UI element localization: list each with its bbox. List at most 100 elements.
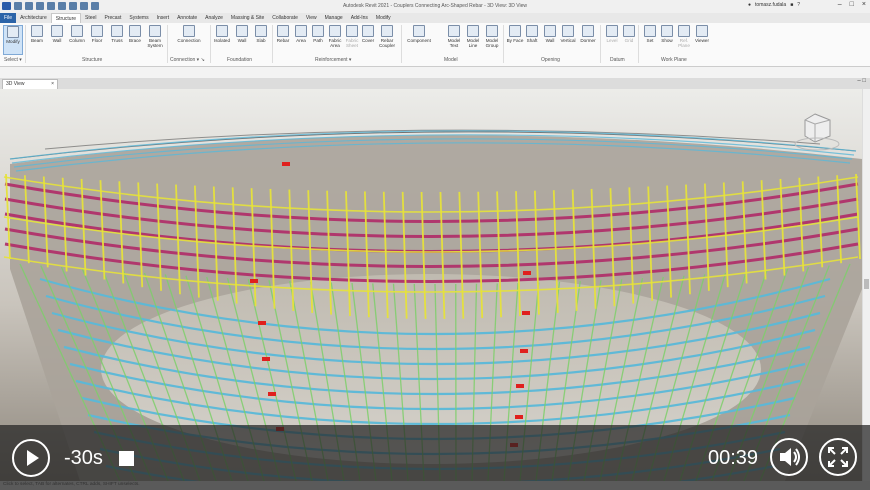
- wall-button[interactable]: Wall: [47, 25, 67, 43]
- tab-architecture[interactable]: Architecture: [16, 13, 51, 23]
- tab-manage[interactable]: Manage: [321, 13, 347, 23]
- modify-button[interactable]: Modify: [3, 25, 23, 55]
- panel-divider: [167, 25, 168, 63]
- rebar-icon: [277, 25, 289, 37]
- tab-massing-site[interactable]: Massing & Site: [227, 13, 268, 23]
- close-icon[interactable]: ×: [862, 1, 866, 8]
- play-button[interactable]: [12, 439, 50, 477]
- model-line-button[interactable]: Model Line: [463, 25, 483, 48]
- 3d-viewport[interactable]: [0, 89, 862, 481]
- model-group-icon: [486, 25, 498, 37]
- model-panel-label: Model: [444, 57, 458, 63]
- scrollbar-thumb[interactable]: [864, 279, 869, 289]
- grid-button[interactable]: Grid: [619, 25, 639, 43]
- column-button[interactable]: Column: [67, 25, 87, 43]
- select-panel-label[interactable]: Select ▾: [4, 57, 22, 63]
- model-text-button[interactable]: Model Text: [444, 25, 464, 48]
- model-group-button[interactable]: Model Group: [482, 25, 502, 48]
- isolated-button[interactable]: Isolated: [212, 25, 232, 43]
- fullscreen-icon: [828, 447, 848, 467]
- isolated-footing-icon: [216, 25, 228, 37]
- tab-annotate[interactable]: Annotate: [173, 13, 201, 23]
- modify-label: Modify: [6, 39, 20, 44]
- restore-icon[interactable]: □: [850, 1, 854, 8]
- beam-icon: [31, 25, 43, 37]
- beam-system-icon: [149, 25, 161, 37]
- vertical-label: Vertical: [560, 38, 576, 43]
- tab-modify[interactable]: Modify: [372, 13, 395, 23]
- tab-analyze[interactable]: Analyze: [201, 13, 227, 23]
- wall-label: Wall: [52, 38, 62, 43]
- volume-button[interactable]: [770, 438, 808, 476]
- shaft-button[interactable]: Shaft: [522, 25, 542, 43]
- dormer-label: Dormer: [580, 38, 596, 43]
- floor-button[interactable]: Floor: [87, 25, 107, 43]
- component-button[interactable]: Component: [404, 25, 434, 43]
- model-group-label: Model Group: [485, 38, 499, 48]
- vertical-button[interactable]: Vertical: [558, 25, 578, 43]
- wall-foundation-button[interactable]: Wall: [232, 25, 252, 43]
- slab-button[interactable]: Slab: [251, 25, 271, 43]
- foundation-panel-label: Foundation: [227, 57, 253, 63]
- tab-collaborate[interactable]: Collaborate: [268, 13, 302, 23]
- beam-button[interactable]: Beam: [27, 25, 47, 43]
- user-icon[interactable]: ●: [748, 2, 751, 8]
- fullscreen-button[interactable]: [819, 438, 857, 476]
- tab-file[interactable]: File: [0, 13, 17, 23]
- truss-button[interactable]: Truss: [107, 25, 127, 43]
- stop-button[interactable]: [119, 451, 134, 466]
- cart-icon[interactable]: ■: [790, 2, 793, 8]
- ribbon-panel: Modify Select ▾ Beam Wall Column Floor T…: [0, 23, 870, 67]
- tab-add-ins[interactable]: Add-Ins: [347, 13, 372, 23]
- wall-opening-label: Wall: [545, 38, 555, 43]
- viewport-scrollbar[interactable]: [862, 89, 870, 481]
- rebar-coupler-label: Rebar Coupler: [378, 38, 396, 48]
- wall-opening-button[interactable]: Wall: [540, 25, 560, 43]
- connection-button[interactable]: Connection: [175, 25, 203, 43]
- by-face-icon: [509, 25, 521, 37]
- ribbon-tab-bar: File Architecture Structure Steel Precas…: [0, 13, 870, 23]
- tab-insert[interactable]: Insert: [153, 13, 174, 23]
- viewer-button[interactable]: Viewer: [692, 25, 712, 43]
- user-name[interactable]: tomasz.fudala: [755, 2, 786, 8]
- shaft-icon: [526, 25, 538, 37]
- component-label: Component: [407, 38, 431, 43]
- view-tab-3d[interactable]: 3D View ×: [2, 79, 58, 89]
- skip-back-button[interactable]: -30s: [64, 447, 103, 470]
- beam-system-button[interactable]: Beam System: [145, 25, 165, 48]
- viewer-label: Viewer: [695, 38, 709, 43]
- cover-button[interactable]: Cover: [358, 25, 378, 43]
- tab-precast[interactable]: Precast: [100, 13, 125, 23]
- level-label: Level: [606, 38, 618, 43]
- show-label: Show: [661, 38, 673, 43]
- cursor-icon: [7, 26, 19, 38]
- minimize-icon[interactable]: –: [838, 1, 842, 8]
- brace-button[interactable]: Brace: [125, 25, 145, 43]
- user-area: ● tomasz.fudala ■ ?: [748, 2, 800, 8]
- close-tab-icon[interactable]: ×: [51, 80, 54, 89]
- tab-view[interactable]: View: [302, 13, 321, 23]
- rebar-label: Rebar: [276, 38, 290, 43]
- window-controls: – □ ×: [838, 1, 866, 8]
- ref-plane-icon: [678, 25, 690, 37]
- rebar-coupler-icon: [381, 25, 393, 37]
- view-window-controls[interactable]: – □: [857, 78, 866, 84]
- help-button[interactable]: ?: [797, 2, 800, 8]
- panel-divider: [210, 25, 211, 63]
- view-tab-label: 3D View: [6, 81, 25, 87]
- set-label: Set: [646, 38, 654, 43]
- connection-panel-label[interactable]: Connection ▾ ↘: [170, 57, 205, 63]
- column-icon: [71, 25, 83, 37]
- grid-label: Grid: [624, 38, 634, 43]
- dormer-button[interactable]: Dormer: [578, 25, 598, 43]
- tab-systems[interactable]: Systems: [125, 13, 152, 23]
- rebar-coupler-button[interactable]: Rebar Coupler: [376, 25, 398, 48]
- tab-structure[interactable]: Structure: [50, 13, 82, 23]
- ref-plane-button[interactable]: Ref. Plane: [674, 25, 694, 48]
- tab-steel[interactable]: Steel: [81, 13, 100, 23]
- reinforcement-panel-label[interactable]: Reinforcement ▾: [315, 57, 351, 63]
- cover-label: Cover: [361, 38, 375, 43]
- truss-icon: [111, 25, 123, 37]
- rebar-button[interactable]: Rebar: [273, 25, 293, 43]
- wall-icon: [51, 25, 63, 37]
